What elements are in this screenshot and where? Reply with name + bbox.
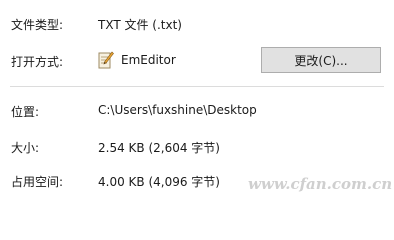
file-type-label: 文件类型:	[11, 18, 64, 32]
file-type-value: TXT 文件 (.txt)	[98, 18, 182, 32]
size-on-disk-label: 占用空间:	[11, 175, 64, 189]
opens-with-app-name: EmEditor	[121, 53, 176, 67]
change-opener-button[interactable]: 更改(C)...	[261, 47, 381, 73]
opens-with-label: 打开方式:	[11, 55, 64, 69]
section-divider-top	[10, 86, 384, 87]
size-on-disk-value: 4.00 KB (4,096 字节)	[98, 175, 220, 189]
cfan-watermark: www.cfan.com.cn	[248, 175, 393, 193]
location-label: 位置:	[11, 105, 40, 119]
size-label: 大小:	[11, 141, 40, 155]
emeditor-app-icon	[98, 51, 114, 69]
size-value: 2.54 KB (2,604 字节)	[98, 141, 220, 155]
location-value: C:\Users\fuxshine\Desktop	[98, 103, 257, 117]
